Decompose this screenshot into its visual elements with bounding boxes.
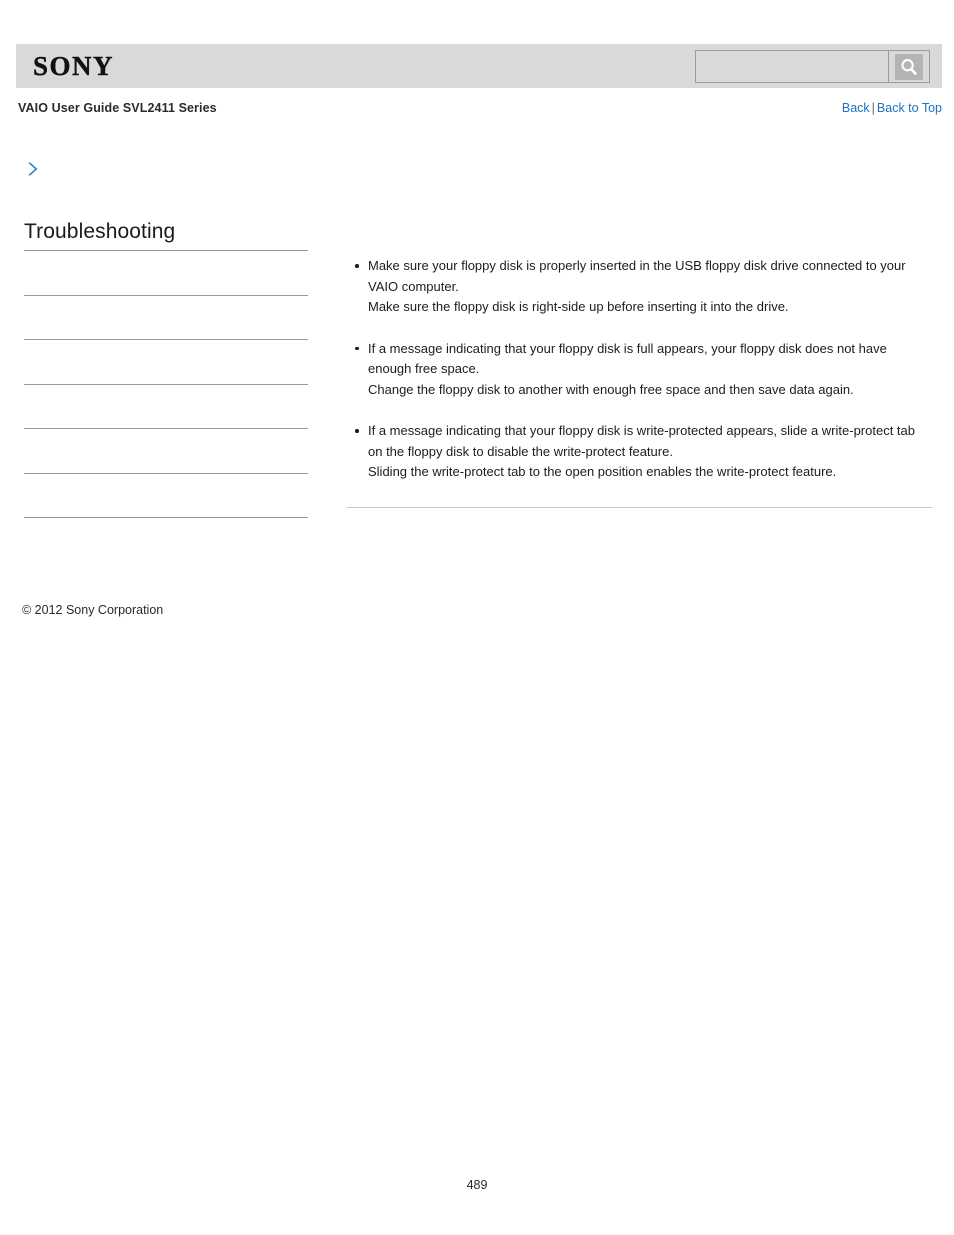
back-link[interactable]: Back [842,101,870,115]
page-title: VAIO User Guide SVL2411 Series [18,101,217,115]
header-nav-links: Back | Back to Top [842,101,942,115]
bullet-line: Sliding the write-protect tab to the ope… [368,464,837,479]
nav-separator: | [871,101,875,115]
sidebar-item-6[interactable] [24,472,308,518]
bullet-line: If a message indicating that your floppy… [368,423,915,459]
back-to-top-link[interactable]: Back to Top [877,101,942,115]
bullet-line: If a message indicating that your floppy… [368,340,887,377]
sidebar-item-7[interactable] [24,517,308,562]
bullet-item: If a message indicating that your floppy… [347,339,932,401]
bullet-line: Make sure the floppy disk is right-side … [368,299,789,314]
content-divider [347,506,932,508]
copyright-text: © 2012 Sony Corporation [22,603,164,617]
sidebar-item-1[interactable] [24,250,308,295]
sony-logo: SONY [33,51,115,81]
bullet-item: If a message indicating that your floppy… [347,421,932,483]
sidebar-item-4[interactable] [24,383,308,429]
search-icon [895,53,923,80]
sidebar: Troubleshooting [24,160,308,562]
sidebar-item-5[interactable] [24,428,308,473]
bullet-line: Change the floppy disk to another with e… [368,381,854,397]
title-row: VAIO User Guide SVL2411 Series Back | Back… [16,101,942,121]
bullet-line: Make sure your floppy disk is properly i… [368,258,906,294]
search-box[interactable] [695,50,930,83]
bullet-item: Make sure your floppy disk is properly i… [347,256,932,318]
page-number: 489 [466,1178,488,1192]
sidebar-item-3[interactable] [24,339,308,384]
troubleshooting-bullet-list: Make sure your floppy disk is properly i… [347,256,932,483]
search-input[interactable] [696,51,888,82]
header-bar: SONY [16,44,942,88]
sidebar-list [24,250,308,562]
search-button[interactable] [888,51,929,82]
sidebar-heading: Troubleshooting [24,220,176,243]
main-content: Make sure your floppy disk is properly i… [347,256,932,508]
sidebar-item-2[interactable] [24,294,308,340]
chevron-right-icon[interactable] [24,160,42,178]
